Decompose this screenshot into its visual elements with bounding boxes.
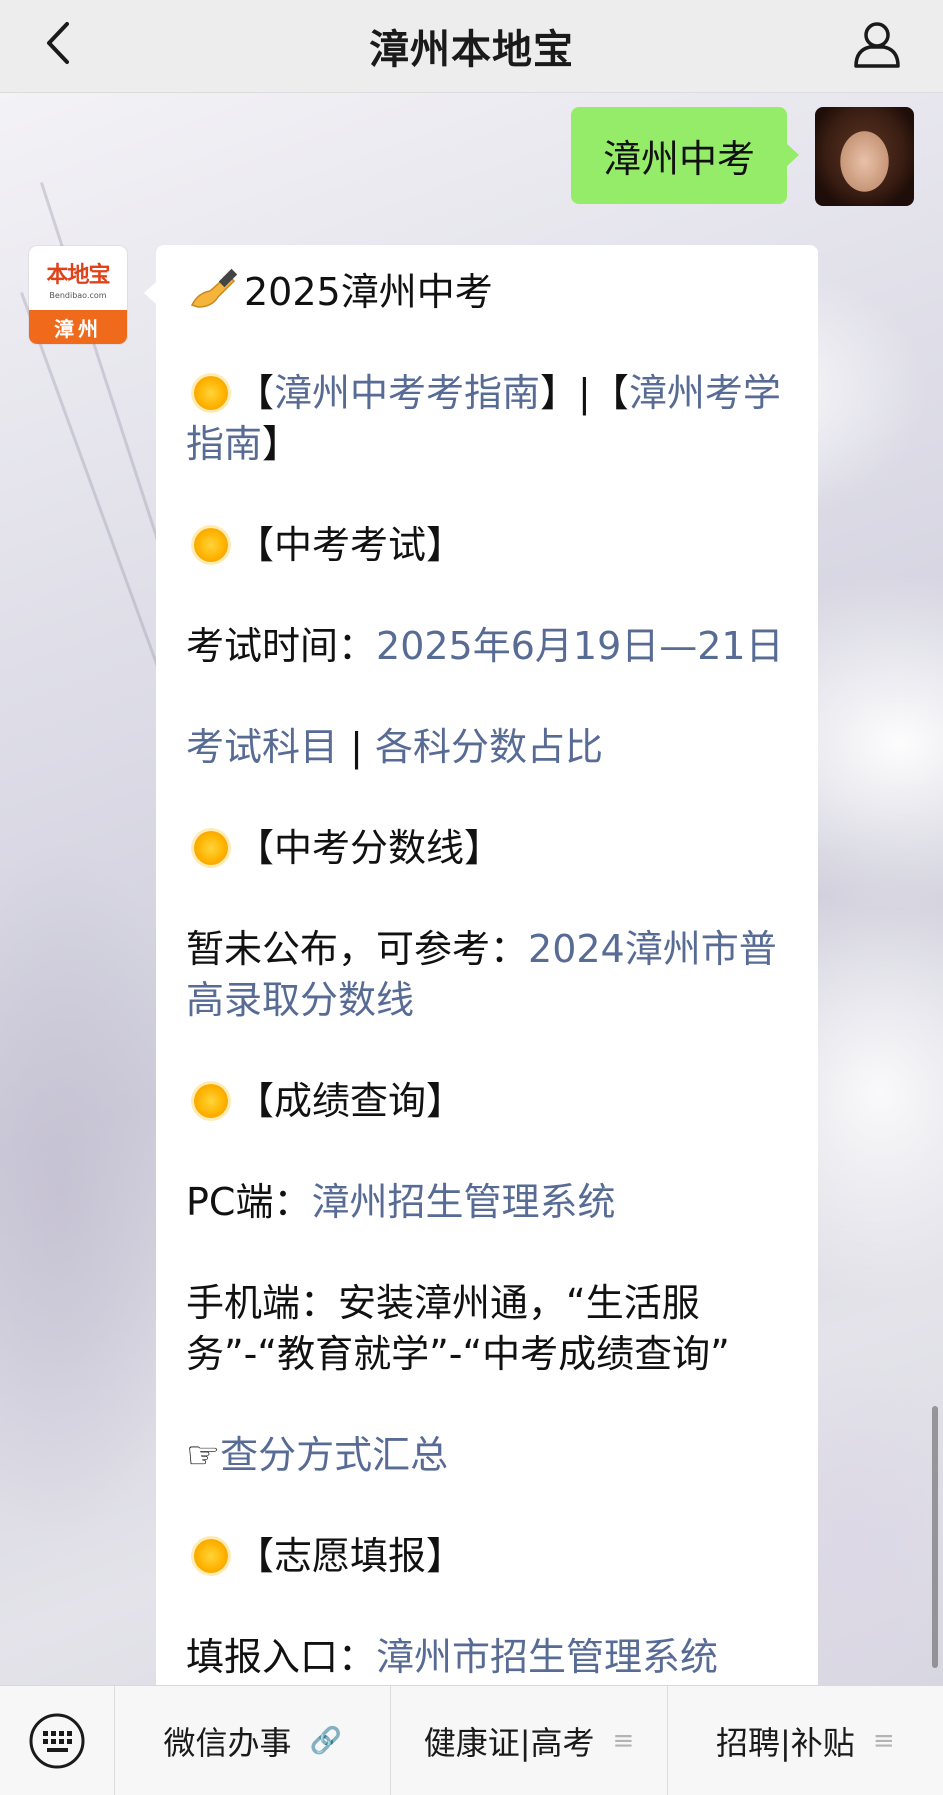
- message-heading: 2025漳州中考: [186, 267, 788, 318]
- sun-icon: [194, 831, 228, 865]
- pc-row: PC端：漳州招生管理系统: [186, 1177, 788, 1228]
- menu-lines-icon: ≡: [612, 1725, 635, 1756]
- sun-icon: [194, 528, 228, 562]
- menu-item-label: 健康证|高考: [423, 1723, 595, 1762]
- menu-item-label: 微信办事: [163, 1723, 292, 1762]
- chevron-left-icon: [47, 22, 69, 64]
- menu-item-health-exam[interactable]: 健康证|高考 ≡: [391, 1686, 668, 1795]
- separator-text: 】|【: [540, 371, 629, 415]
- pointing-hand-icon: ☞: [186, 1433, 221, 1477]
- entry-label: 填报入口：: [186, 1635, 377, 1679]
- person-icon: [854, 22, 900, 68]
- sun-icon: [194, 376, 228, 410]
- sun-icon: [194, 1084, 228, 1118]
- outgoing-message[interactable]: 漳州中考: [570, 107, 800, 204]
- zhongkao-guide-link[interactable]: 漳州中考考指南: [274, 371, 540, 415]
- sun-icon: [194, 1539, 228, 1573]
- cutoff-text: 暂未公布，可参考：: [186, 927, 529, 971]
- bot-logo: 本地宝 Bendibao.com: [29, 246, 127, 310]
- bot-logo-domain: Bendibao.com: [49, 290, 107, 300]
- section-volunteer: 【志愿填报】: [186, 1531, 788, 1582]
- query-methods-row: ☞查分方式汇总: [186, 1430, 788, 1481]
- entry-row: 填报入口：漳州市招生管理系统: [186, 1632, 788, 1683]
- exam-subjects-link[interactable]: 考试科目: [186, 725, 338, 769]
- menu-item-label: 招聘|补贴: [716, 1723, 855, 1762]
- exam-time-label: 考试时间：: [186, 624, 377, 668]
- menu-lines-icon: ≡: [872, 1725, 895, 1756]
- back-button[interactable]: [36, 18, 80, 68]
- query-methods-link[interactable]: 查分方式汇总: [220, 1433, 448, 1477]
- menu-item-jobs-subsidy[interactable]: 招聘|补贴 ≡: [668, 1686, 943, 1795]
- background-decoration: [20, 291, 167, 688]
- pc-label: PC端：: [186, 1180, 312, 1224]
- exam-time-link[interactable]: 2025年6月19日—21日: [376, 624, 784, 668]
- section-results: 【成绩查询】: [186, 1076, 788, 1127]
- bot-avatar[interactable]: 本地宝 Bendibao.com 漳州: [29, 246, 127, 344]
- mobile-row: 手机端：安装漳州通，“生活服务”-“教育就学”-“中考成绩查询”: [186, 1278, 788, 1380]
- city-admission-system-link[interactable]: 漳州市招生管理系统: [376, 1635, 718, 1679]
- separator-text: |: [338, 725, 375, 769]
- exam-time-row: 考试时间：2025年6月19日—21日: [186, 621, 788, 672]
- section-title: 【志愿填报】: [236, 1534, 465, 1578]
- section-title: 【中考考试】: [236, 523, 465, 567]
- page-title: 漳州本地宝: [369, 27, 574, 73]
- menu-item-wechat-services[interactable]: 微信办事 🔗: [115, 1686, 392, 1795]
- scrollbar[interactable]: [932, 1406, 938, 1668]
- cutoff-row: 暂未公布，可参考：2024漳州市普高录取分数线: [186, 924, 788, 1026]
- profile-button[interactable]: [849, 16, 905, 72]
- incoming-message[interactable]: 2025漳州中考 【漳州中考考指南】|【漳州考学指南】 【中考考试】 考试时间：…: [144, 245, 818, 1685]
- message-heading-text: 2025漳州中考: [244, 270, 493, 314]
- admission-system-link[interactable]: 漳州招生管理系统: [311, 1180, 615, 1224]
- section-cutoff: 【中考分数线】: [186, 823, 788, 874]
- link-icon: 🔗: [309, 1725, 342, 1756]
- subjects-row: 考试科目 | 各科分数占比: [186, 722, 788, 773]
- bot-logo-text: 本地宝: [46, 262, 110, 288]
- bracket-text: 【: [236, 371, 275, 415]
- score-ratio-link[interactable]: 各科分数占比: [375, 725, 603, 769]
- keyboard-toggle-button[interactable]: [0, 1686, 115, 1795]
- user-avatar[interactable]: [815, 107, 914, 206]
- section-title: 【成绩查询】: [236, 1079, 465, 1123]
- bot-city-label: 漳州: [29, 310, 127, 344]
- bottom-menu-bar: 微信办事 🔗 健康证|高考 ≡ 招聘|补贴 ≡: [0, 1685, 943, 1795]
- nav-bar: 漳州本地宝: [0, 0, 943, 93]
- section-exam: 【中考考试】: [186, 520, 788, 571]
- section-title: 【中考分数线】: [236, 826, 503, 870]
- guide-links: 【漳州中考考指南】|【漳州考学指南】: [186, 368, 788, 470]
- mobile-text: 手机端：安装漳州通，“生活服务”-“教育就学”-“中考成绩查询”: [186, 1281, 730, 1376]
- bracket-text: 】: [262, 422, 301, 466]
- chat-area[interactable]: 漳州中考 本地宝 Bendibao.com 漳州 2025漳州中考 【漳州中考考…: [0, 93, 943, 1685]
- outgoing-message-text: 漳州中考: [602, 137, 755, 181]
- keyboard-icon: [29, 1713, 85, 1768]
- writing-hand-icon: [190, 268, 238, 308]
